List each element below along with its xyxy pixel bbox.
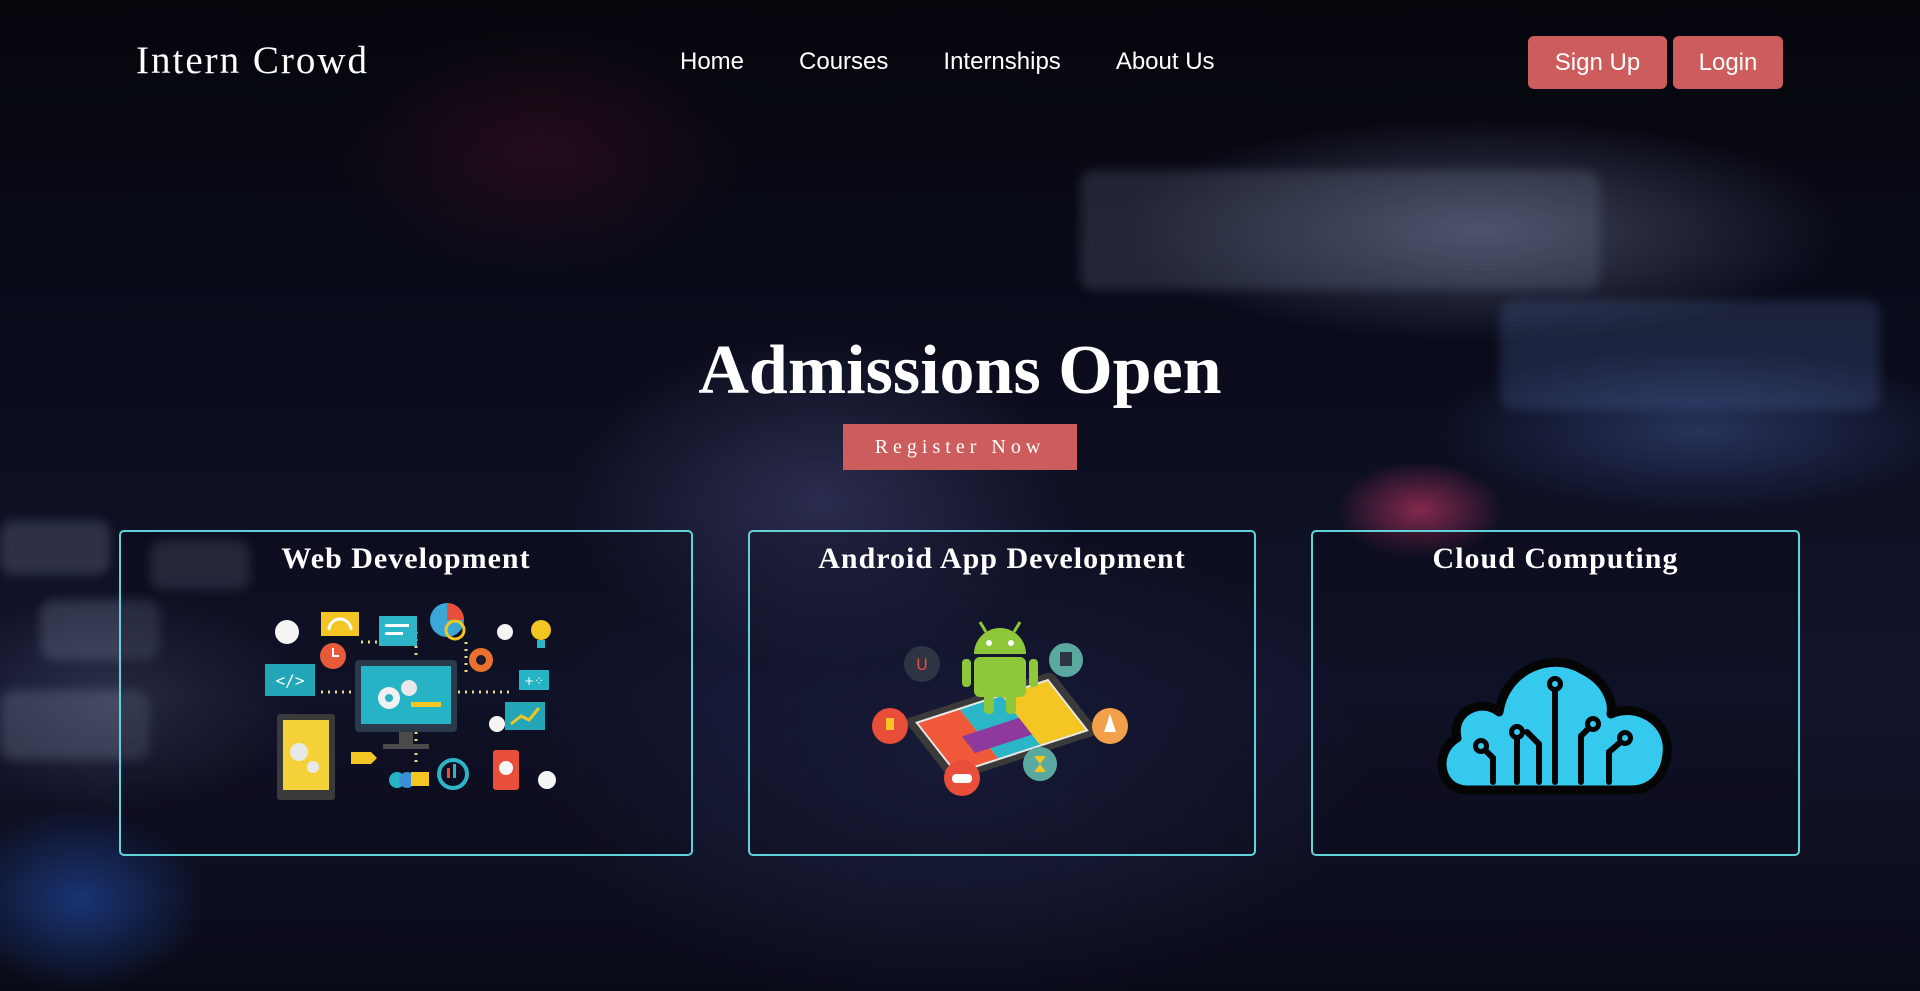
course-card-title: Android App Development [818,542,1186,575]
register-now-button[interactable]: Register Now [843,424,1077,470]
course-card-web-development[interactable]: Web Development </> +⁘ [119,530,693,856]
svg-text:U: U [916,655,928,674]
cloud-circuit-icon [1437,657,1672,795]
web-development-illustration: </> +⁘ [265,603,556,800]
nav-item-courses[interactable]: Courses [799,48,888,76]
sign-up-button[interactable]: Sign Up [1528,36,1667,89]
nav-item-about-us[interactable]: About Us [1116,48,1215,76]
login-button[interactable]: Login [1673,36,1783,89]
nav-item-home[interactable]: Home [680,48,744,76]
course-card-cloud-computing[interactable]: Cloud Computing [1311,530,1800,856]
course-card-title: Cloud Computing [1432,542,1679,575]
course-card-android-app-development[interactable]: Android App Development U [748,530,1256,856]
brand-logo[interactable]: Intern Crowd [136,38,369,83]
android-illustration: U [872,621,1128,796]
nav-item-internships[interactable]: Internships [943,48,1060,76]
hero-title: Admissions Open [698,332,1222,409]
course-card-title: Web Development [281,542,531,575]
svg-text:</>: </> [276,671,305,690]
main-nav: Home Courses Internships About Us [680,48,1215,76]
svg-text:+⁘: +⁘ [524,674,544,688]
